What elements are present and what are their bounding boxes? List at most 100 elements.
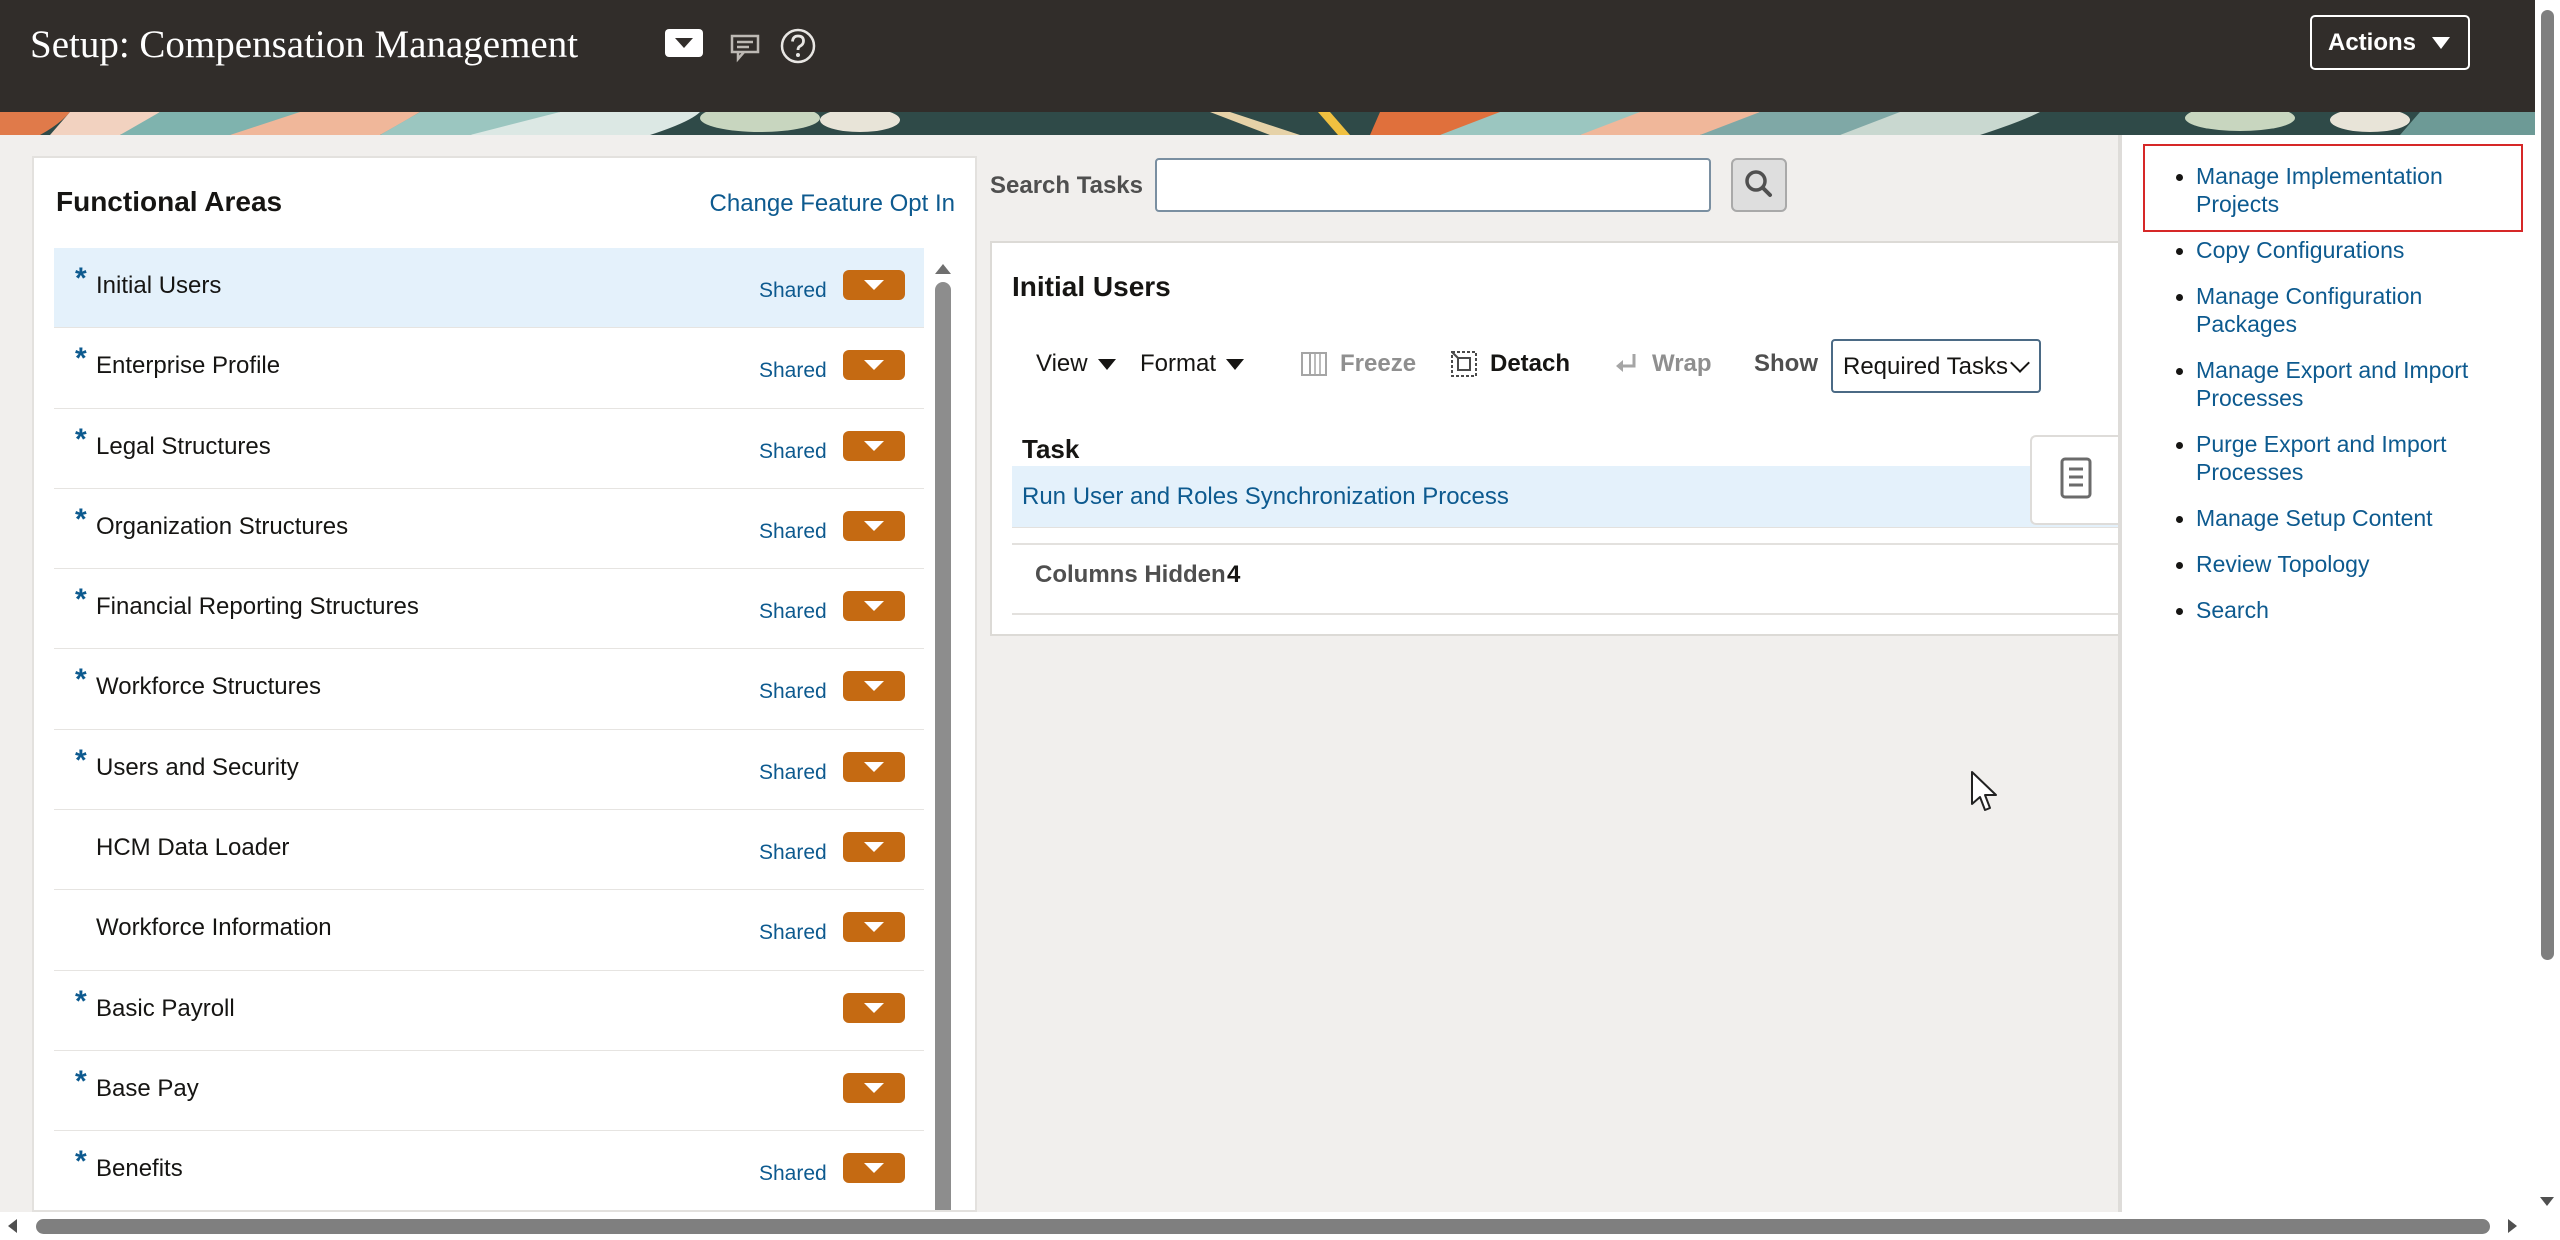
- caret-down-icon: [1226, 358, 1245, 370]
- functional-area-menu-button[interactable]: [843, 671, 905, 702]
- functional-area-label: Base Pay: [96, 1074, 199, 1102]
- functional-area-label: Benefits: [96, 1155, 183, 1183]
- wrap-icon: [1616, 354, 1636, 372]
- functional-area-menu-button[interactable]: [843, 992, 905, 1023]
- scrollbar-thumb[interactable]: [935, 282, 951, 1210]
- change-feature-opt-in-link[interactable]: Change Feature Opt In: [710, 190, 955, 218]
- scroll-down-arrow-icon[interactable]: [2540, 1197, 2554, 1206]
- required-marker: *: [75, 1145, 87, 1179]
- freeze-button[interactable]: Freeze: [1300, 350, 1416, 378]
- functional-area-menu-button[interactable]: [843, 270, 905, 300]
- shared-badge: Shared: [759, 279, 827, 302]
- setup-links-list: Manage Implementation Projects Copy Confi…: [2145, 162, 2515, 642]
- format-menu[interactable]: Format: [1140, 350, 1245, 378]
- functional-area-menu-button[interactable]: [843, 832, 905, 863]
- page-header: Setup: Compensation Management Actions: [0, 0, 2560, 112]
- task-link[interactable]: Run User and Roles Synchronization Proce…: [1022, 483, 1509, 511]
- scroll-left-arrow-icon[interactable]: [8, 1219, 17, 1233]
- functional-area-row[interactable]: * Organization Structures Shared: [54, 489, 924, 570]
- detach-label: Detach: [1490, 350, 1571, 377]
- setup-link[interactable]: Manage Setup Content: [2145, 504, 2515, 532]
- announcement-icon[interactable]: [728, 28, 764, 64]
- functional-area-menu-button[interactable]: [843, 510, 905, 541]
- required-marker: *: [75, 743, 87, 777]
- search-tasks-input[interactable]: [1155, 158, 1711, 212]
- search-tasks-label: Search Tasks: [990, 172, 1143, 199]
- setup-link[interactable]: Manage Configuration Packages: [2145, 282, 2515, 338]
- functional-area-label: Basic Payroll: [96, 994, 235, 1022]
- caret-down-icon: [2432, 37, 2450, 49]
- functional-area-row[interactable]: * Basic Payroll: [54, 971, 924, 1051]
- required-marker: *: [75, 262, 87, 295]
- freeze-icon: [1301, 352, 1327, 376]
- functional-area-menu-button[interactable]: [843, 1153, 905, 1184]
- functional-area-menu-button[interactable]: [843, 430, 905, 461]
- table-row[interactable]: Run User and Roles Synchronization Proce…: [1012, 466, 2122, 528]
- help-icon[interactable]: [778, 26, 818, 66]
- wrap-button[interactable]: Wrap: [1612, 350, 1712, 378]
- functional-area-row[interactable]: * Users and Security Shared: [54, 730, 924, 811]
- horizontal-scrollbar-thumb[interactable]: [36, 1219, 2490, 1234]
- shared-badge: Shared: [759, 439, 827, 463]
- functional-area-row[interactable]: Workforce Information Shared: [54, 890, 924, 971]
- detach-button[interactable]: Detach: [1450, 350, 1570, 378]
- setup-link[interactable]: Purge Export and Import Processes: [2145, 430, 2515, 486]
- setup-link[interactable]: Search: [2145, 596, 2515, 624]
- shared-badge: Shared: [759, 600, 827, 624]
- setup-link[interactable]: Manage Export and Import Processes: [2145, 356, 2515, 412]
- functional-area-row[interactable]: * Base Pay: [54, 1051, 924, 1132]
- task-column-header-label: Task: [1022, 434, 1080, 464]
- functional-area-row[interactable]: * Workforce Structures Shared: [54, 649, 924, 730]
- functional-area-row[interactable]: * Legal Structures Shared: [54, 409, 924, 489]
- functional-area-menu-button[interactable]: [843, 591, 905, 622]
- shared-badge: Shared: [759, 921, 827, 945]
- required-marker: *: [75, 984, 87, 1018]
- scroll-right-arrow-icon[interactable]: [2508, 1219, 2517, 1233]
- page-vertical-scrollbar[interactable]: [2535, 0, 2560, 1212]
- functional-area-label: HCM Data Loader: [96, 834, 290, 862]
- columns-hidden-count: 4: [1227, 561, 1241, 588]
- columns-hidden-footer: Columns Hidden 4: [1012, 543, 2122, 615]
- functional-area-row[interactable]: * Benefits Shared: [54, 1131, 924, 1210]
- functional-area-row[interactable]: * Initial Users Shared: [54, 248, 924, 329]
- required-marker: *: [75, 422, 87, 456]
- tasks-panel: Initial Users View Format Freeze Detach …: [990, 241, 2122, 636]
- show-label: Show: [1754, 350, 1818, 377]
- functional-area-menu-button[interactable]: [843, 350, 905, 381]
- show-tasks-select[interactable]: Required Tasks: [1831, 339, 2041, 393]
- functional-area-row[interactable]: HCM Data Loader Shared: [54, 810, 924, 891]
- shared-badge: Shared: [759, 519, 827, 543]
- page-horizontal-scrollbar[interactable]: [0, 1212, 2560, 1240]
- functional-area-label: Organization Structures: [96, 512, 349, 540]
- functional-area-menu-button[interactable]: [843, 1072, 905, 1103]
- page-title: Setup: Compensation Management: [30, 23, 579, 66]
- decorative-banner: [0, 112, 2560, 135]
- search-icon: [1745, 170, 1772, 197]
- setup-link[interactable]: Manage Implementation Projects: [2145, 162, 2515, 218]
- panel-drawer-tab[interactable]: [2030, 435, 2122, 525]
- detach-icon: [1451, 351, 1477, 377]
- functional-area-menu-button[interactable]: [843, 912, 905, 943]
- vertical-scrollbar-thumb[interactable]: [2541, 10, 2554, 960]
- functional-area-row[interactable]: * Financial Reporting Structures Shared: [54, 569, 924, 650]
- actions-button[interactable]: Actions: [2310, 15, 2470, 70]
- setup-link[interactable]: Copy Configurations: [2145, 236, 2515, 264]
- scroll-up-arrow-icon[interactable]: [935, 264, 951, 274]
- required-marker: *: [75, 583, 87, 617]
- show-tasks-select-value: Required Tasks: [1843, 353, 2008, 380]
- search-button[interactable]: [1731, 158, 1787, 212]
- functional-area-label: Workforce Information: [96, 914, 332, 942]
- setup-link[interactable]: Review Topology: [2145, 550, 2515, 578]
- functional-area-row[interactable]: * Enterprise Profile Shared: [54, 328, 924, 409]
- functional-area-menu-button[interactable]: [843, 751, 905, 782]
- view-menu[interactable]: View: [1036, 350, 1116, 378]
- title-dropdown-chevron-down-icon[interactable]: [665, 29, 703, 57]
- functional-areas-scrollbar[interactable]: [930, 258, 956, 1210]
- required-marker: *: [75, 663, 87, 697]
- format-menu-label: Format: [1140, 350, 1217, 377]
- required-marker: *: [75, 1064, 87, 1098]
- functional-area-label: Legal Structures: [96, 432, 271, 460]
- functional-area-label: Initial Users: [96, 272, 222, 299]
- wrap-label: Wrap: [1652, 350, 1712, 377]
- tasks-panel-title: Initial Users: [1012, 271, 1171, 302]
